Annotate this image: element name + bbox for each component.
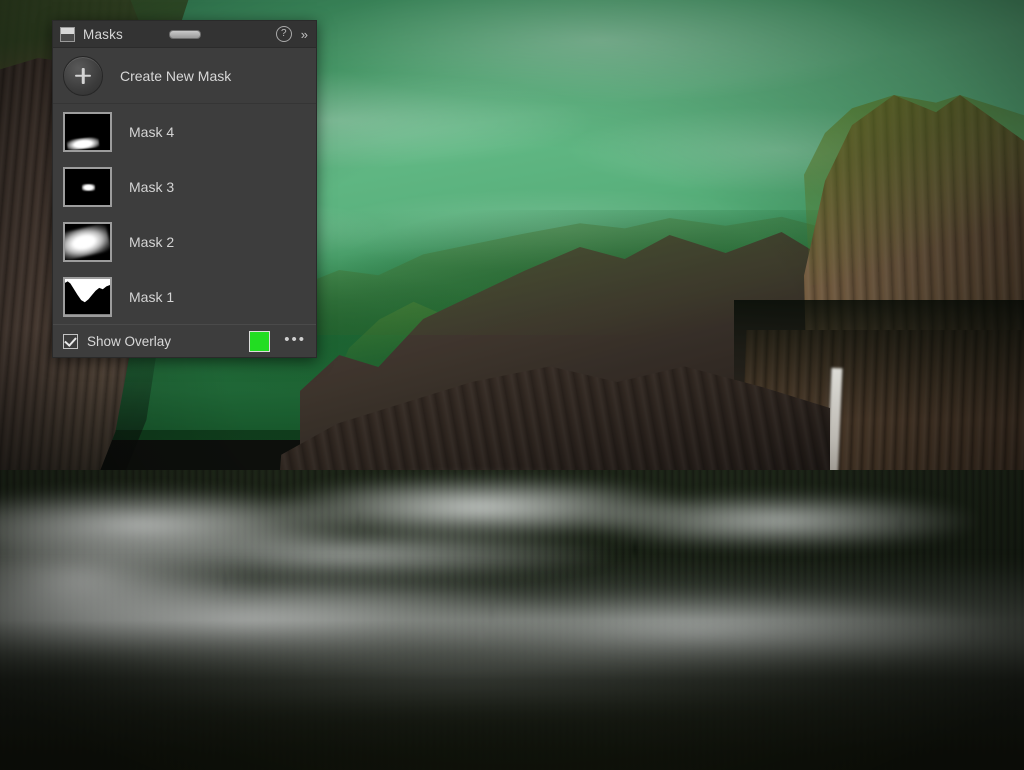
show-overlay-checkbox[interactable]: [63, 333, 78, 349]
masks-panel[interactable]: Masks ? » Create New Mask Mask 4 Mask 3 …: [52, 20, 317, 358]
create-new-mask-label: Create New Mask: [120, 67, 232, 84]
mask-list-item-1[interactable]: Mask 1: [53, 269, 316, 324]
drag-handle[interactable]: [168, 30, 201, 39]
mask-list-item-4[interactable]: Mask 4: [53, 104, 316, 159]
help-icon[interactable]: ?: [275, 26, 292, 42]
mask-label-1: Mask 1: [129, 288, 175, 305]
panel-square-icon: [60, 26, 75, 42]
overlay-color-swatch[interactable]: [249, 330, 271, 352]
panel-title: Masks: [83, 26, 124, 42]
panel-body: Create New Mask Mask 4 Mask 3 Mask 2 Mas…: [53, 48, 316, 324]
mask-label-2: Mask 2: [129, 233, 175, 250]
mask-label-3: Mask 3: [129, 178, 175, 195]
chevron-double-right-icon[interactable]: »: [301, 28, 308, 41]
mask-thumbnail-4[interactable]: [63, 111, 112, 152]
panel-footer: Show Overlay •••: [53, 324, 316, 357]
more-options-icon[interactable]: •••: [284, 332, 306, 351]
mask-thumbnail-3[interactable]: [63, 166, 112, 207]
plus-icon[interactable]: [63, 55, 103, 96]
mask-thumbnail-1[interactable]: [63, 276, 112, 317]
mask-list-item-2[interactable]: Mask 2: [53, 214, 316, 269]
panel-header-actions: ? »: [275, 26, 308, 42]
application-window: Masks ? » Create New Mask Mask 4 Mask 3 …: [0, 0, 1024, 770]
create-new-mask-button[interactable]: Create New Mask: [53, 48, 316, 104]
mask-list-item-3[interactable]: Mask 3: [53, 159, 316, 214]
mask-thumbnail-2[interactable]: [63, 221, 112, 262]
panel-header[interactable]: Masks ? »: [53, 21, 316, 48]
show-overlay-label: Show Overlay: [87, 333, 172, 349]
mask-label-4: Mask 4: [129, 123, 175, 140]
